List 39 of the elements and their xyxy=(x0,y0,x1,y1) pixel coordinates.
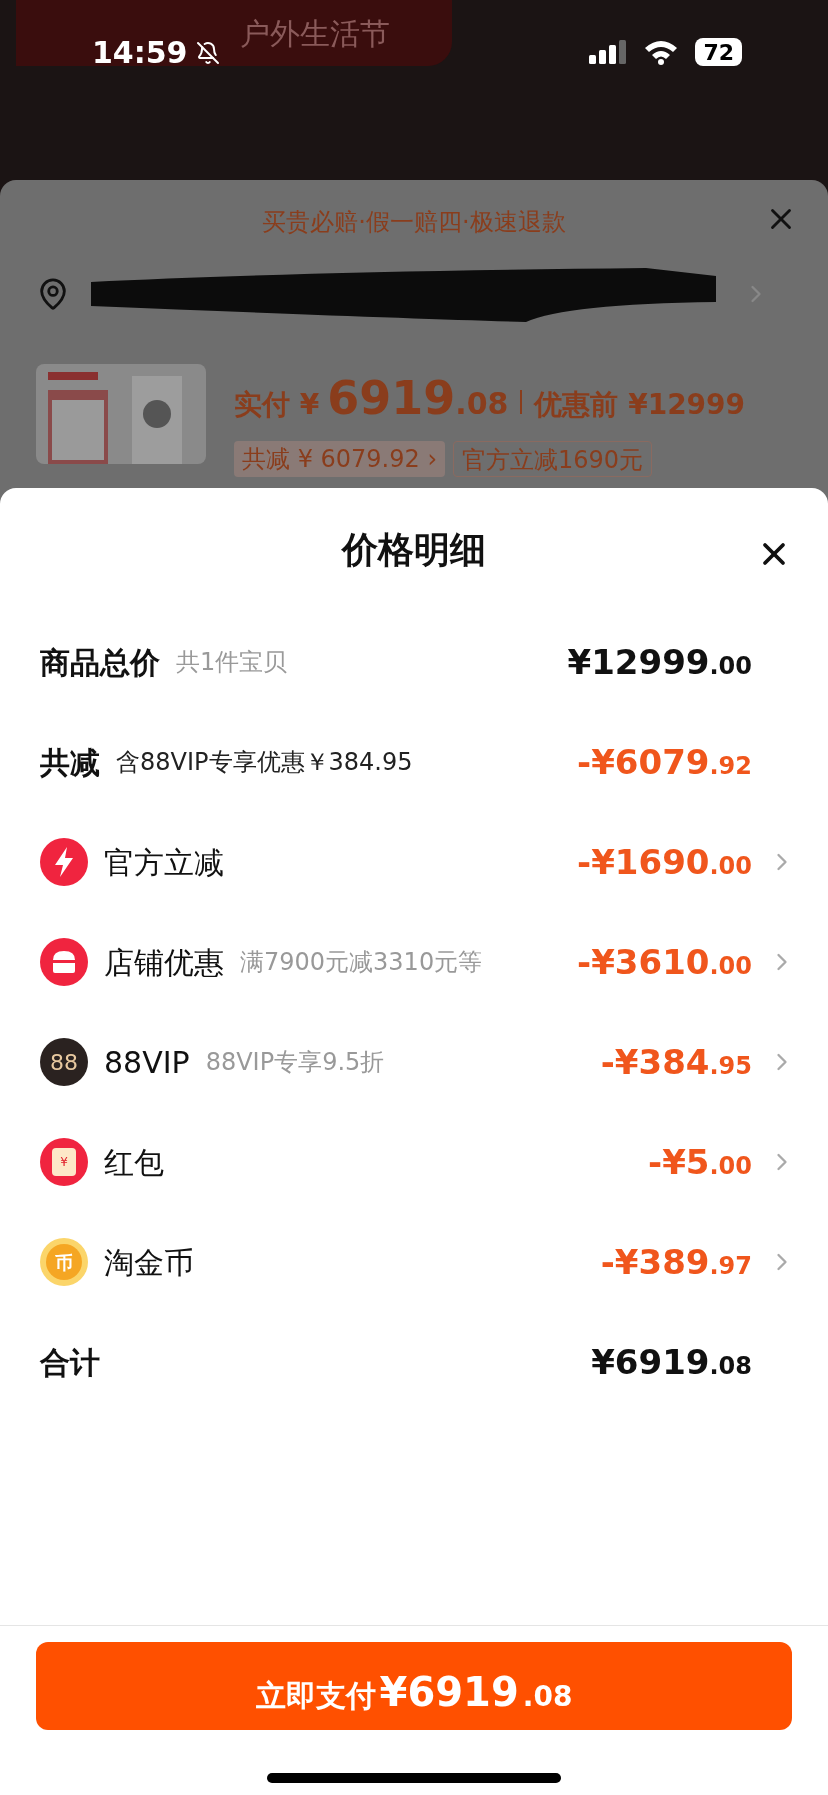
row-note: 共1件宝贝 xyxy=(176,647,288,678)
coin-icon: 币 xyxy=(40,1238,88,1286)
discount-tag: 官方立减1690元 xyxy=(453,441,653,477)
shop-icon xyxy=(40,938,88,986)
guarantee-text: 买贵必赔·假一赔四·极速退款 xyxy=(262,207,566,238)
status-time: 14:59 xyxy=(92,34,188,72)
row-label: 红包 xyxy=(104,1143,164,1182)
row-label: 合计 xyxy=(40,1343,100,1382)
row-label: 淘金币 xyxy=(104,1243,194,1282)
battery-icon: 72 xyxy=(695,38,742,66)
wifi-icon xyxy=(643,39,680,65)
banner-title: 户外生活节 xyxy=(240,14,390,53)
row-label: 官方立减 xyxy=(104,843,224,882)
vip-icon: 88 xyxy=(40,1038,88,1086)
row-note: 含88VIP专享优惠￥384.95 xyxy=(116,747,413,778)
row-label: 店铺优惠 xyxy=(104,943,224,982)
row-amount: -¥5.00 xyxy=(648,1140,752,1184)
sheet-title: 价格明细 xyxy=(342,528,486,572)
row-amount: -¥6079.92 xyxy=(577,740,752,784)
bell-off-icon xyxy=(195,40,220,65)
lightning-icon xyxy=(40,838,88,886)
envelope-icon: ¥ xyxy=(40,1138,88,1186)
discount-tag: 共减 ¥ 6079.92 › xyxy=(234,441,445,477)
row-label: 商品总价 xyxy=(40,643,160,682)
row-label: 共减 xyxy=(40,743,100,782)
signal-icon xyxy=(589,40,628,64)
paid-price: 6919.08 xyxy=(327,370,509,427)
row-amount: -¥384.95 xyxy=(600,1040,752,1084)
original-price: 优惠前 ¥12999 xyxy=(534,387,746,423)
row-amount: -¥389.97 xyxy=(600,1240,752,1284)
row-note: 满7900元减3310元等 xyxy=(240,947,483,978)
row-amount: -¥1690.00 xyxy=(577,840,752,884)
row-amount: ¥12999.00 xyxy=(567,640,752,684)
paid-label: 实付 ¥ xyxy=(234,387,320,423)
row-label: 88VIP xyxy=(104,1043,190,1082)
row-note: 88VIP专享9.5折 xyxy=(205,1047,385,1078)
row-amount: -¥3610.00 xyxy=(577,940,752,984)
row-amount: ¥6919.08 xyxy=(591,1340,752,1384)
pay-button[interactable]: 立即支付¥6919.08 xyxy=(36,1642,792,1730)
